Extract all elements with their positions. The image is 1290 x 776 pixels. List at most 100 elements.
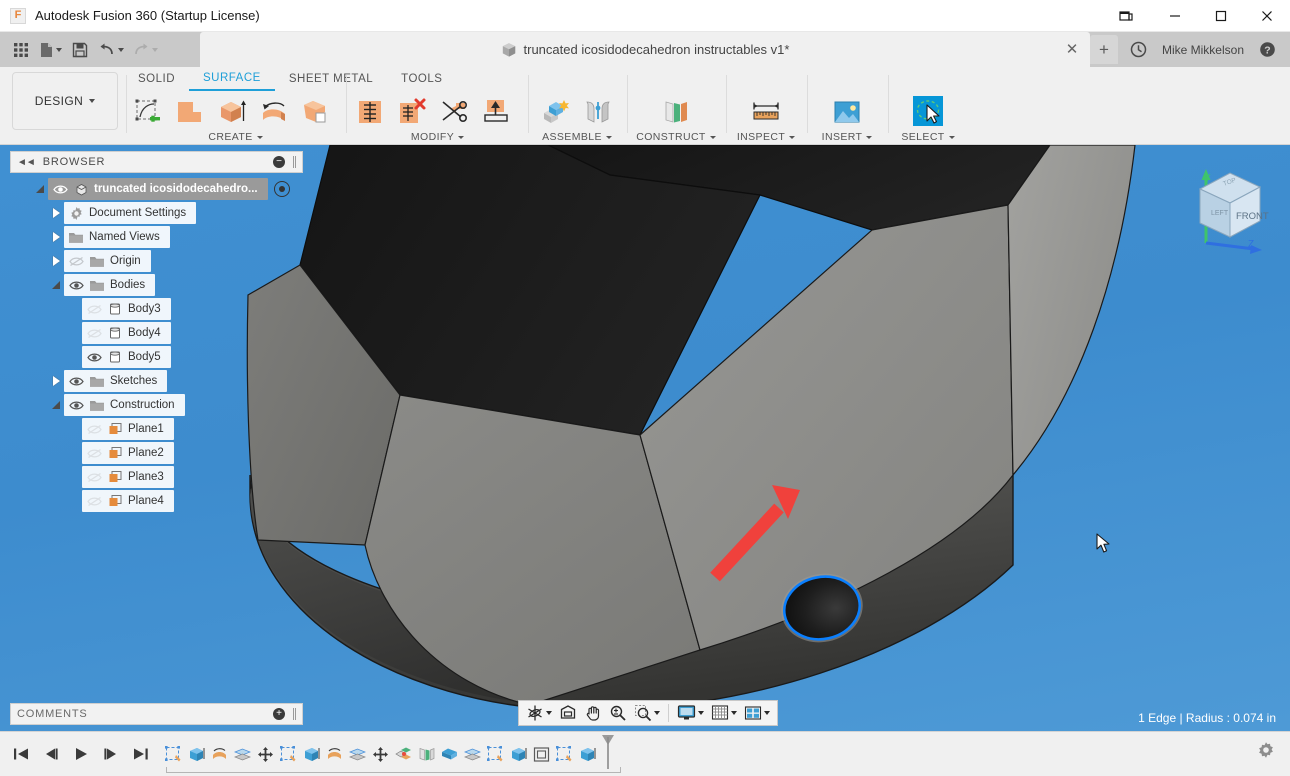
orbit-button[interactable] [523, 702, 555, 724]
timeline-offset-3[interactable] [461, 739, 484, 769]
recent-documents-icon[interactable] [1126, 36, 1152, 64]
tab-solid[interactable]: SOLID [124, 67, 189, 91]
tree-item-origin[interactable]: Origin [10, 249, 303, 273]
timeline-step-back-button[interactable] [38, 740, 64, 768]
chevron-down-icon[interactable] [654, 711, 660, 715]
visibility-eye-off-icon[interactable] [86, 422, 102, 436]
timeline-offset-2[interactable] [346, 739, 369, 769]
workspace-selector[interactable]: DESIGN [12, 72, 118, 130]
timeline-step-forward-button[interactable] [98, 740, 124, 768]
zoom-window-button[interactable] [631, 702, 663, 724]
browser-grip[interactable] [293, 156, 296, 168]
expand-arrow-icon[interactable] [48, 369, 64, 393]
thicken-icon[interactable] [296, 93, 336, 131]
browser-minimize-icon[interactable]: − [273, 156, 285, 168]
expand-arrow-icon[interactable] [48, 201, 64, 225]
tree-item-body3[interactable]: Body3 [10, 297, 303, 321]
joint-icon[interactable] [578, 93, 618, 131]
unstitch-icon[interactable] [392, 93, 432, 131]
viewport[interactable]: Y Z FRONT LEFT TOP ◄◄ BROWSER − [0, 145, 1290, 731]
zoom-button[interactable] [606, 702, 630, 724]
visibility-eye-icon[interactable] [68, 278, 84, 292]
timeline-go-start-button[interactable] [8, 740, 34, 768]
visibility-eye-off-icon[interactable] [86, 326, 102, 340]
visibility-eye-icon[interactable] [86, 350, 102, 364]
tree-item-plane1[interactable]: Plane1 [10, 417, 303, 441]
collapse-panel-icon[interactable]: ◄◄ [17, 157, 35, 168]
tree-item-sketches[interactable]: Sketches [10, 369, 303, 393]
extend-icon[interactable] [476, 93, 516, 131]
undo-icon[interactable] [95, 36, 127, 64]
offset-plane-icon[interactable] [656, 93, 696, 131]
visibility-eye-off-icon[interactable] [86, 494, 102, 508]
new-component-icon[interactable] [536, 93, 576, 131]
document-tab[interactable]: truncated icosidodecahedron instructable… [200, 32, 1090, 67]
comments-grip[interactable] [293, 708, 296, 720]
visibility-eye-icon[interactable] [52, 182, 68, 196]
tree-item-plane4[interactable]: Plane4 [10, 489, 303, 513]
chevron-down-icon[interactable] [731, 711, 737, 715]
create-sketch-icon[interactable] [128, 93, 168, 131]
timeline-sketch-1[interactable] [162, 739, 185, 769]
new-tab-button[interactable]: + [1090, 35, 1118, 64]
visibility-eye-off-icon[interactable] [68, 254, 84, 268]
stitch-icon[interactable] [350, 93, 390, 131]
minimize-icon[interactable] [1152, 0, 1198, 32]
expand-arrow-icon[interactable] [48, 273, 64, 297]
patch-icon[interactable] [170, 93, 210, 131]
panel-title-select[interactable]: SELECT [892, 129, 964, 145]
viewports-button[interactable] [741, 702, 773, 724]
grid-settings-button[interactable] [708, 702, 740, 724]
timeline-sketch-2[interactable] [277, 739, 300, 769]
timeline-settings-gear-icon[interactable] [1256, 741, 1276, 766]
timeline-extrude-2[interactable] [300, 739, 323, 769]
timeline-move-1[interactable] [254, 739, 277, 769]
visibility-eye-icon[interactable] [68, 374, 84, 388]
timeline-extrude-3[interactable] [507, 739, 530, 769]
expand-arrow-icon[interactable] [48, 393, 64, 417]
user-name-label[interactable]: Mike Mikkelson [1162, 43, 1244, 57]
comments-panel[interactable]: COMMENTS + [10, 703, 303, 725]
timeline-sketch-4[interactable] [553, 739, 576, 769]
chevron-down-icon[interactable] [764, 711, 770, 715]
insert-canvas-icon[interactable] [827, 93, 867, 131]
tree-item-body4[interactable]: Body4 [10, 321, 303, 345]
activate-component-icon[interactable] [274, 181, 290, 197]
expand-arrow-icon[interactable] [32, 177, 48, 201]
timeline-revolve-1[interactable] [208, 739, 231, 769]
chevron-down-icon[interactable] [118, 48, 124, 52]
tree-item-named-views[interactable]: Named Views [10, 225, 303, 249]
timeline-thicken-1[interactable] [438, 739, 461, 769]
app-grid-icon[interactable] [8, 36, 34, 64]
close-icon[interactable] [1244, 0, 1290, 32]
tree-item-body5[interactable]: Body5 [10, 345, 303, 369]
new-file-icon[interactable] [36, 36, 65, 64]
restore-down-icon[interactable] [1100, 0, 1152, 32]
redo-icon[interactable] [129, 36, 161, 64]
timeline-play-button[interactable] [68, 740, 94, 768]
timeline-shell-1[interactable] [530, 739, 553, 769]
help-icon[interactable]: ? [1254, 36, 1280, 64]
visibility-eye-off-icon[interactable] [86, 470, 102, 484]
visibility-eye-off-icon[interactable] [86, 302, 102, 316]
panel-title-construct[interactable]: CONSTRUCT [631, 129, 721, 145]
add-comment-icon[interactable]: + [273, 708, 285, 720]
panel-title-create[interactable]: CREATE [128, 129, 343, 145]
tree-item-plane2[interactable]: Plane2 [10, 441, 303, 465]
timeline-move-2[interactable] [369, 739, 392, 769]
timeline-combine-1[interactable] [392, 739, 415, 769]
chevron-down-icon[interactable] [56, 48, 62, 52]
view-cube[interactable]: Y Z FRONT LEFT TOP [1178, 155, 1278, 255]
chevron-down-icon[interactable] [698, 711, 704, 715]
extrude-icon[interactable] [212, 93, 252, 131]
chevron-down-icon[interactable] [152, 48, 158, 52]
timeline-revolve-2[interactable] [323, 739, 346, 769]
revolve-icon[interactable] [254, 93, 294, 131]
measure-icon[interactable] [746, 93, 786, 131]
pan-button[interactable] [581, 702, 605, 724]
expand-arrow-icon[interactable] [48, 249, 64, 273]
panel-title-insert[interactable]: INSERT [811, 129, 883, 145]
maximize-icon[interactable] [1198, 0, 1244, 32]
save-icon[interactable] [67, 36, 93, 64]
tab-sheet-metal[interactable]: SHEET METAL [275, 67, 387, 91]
